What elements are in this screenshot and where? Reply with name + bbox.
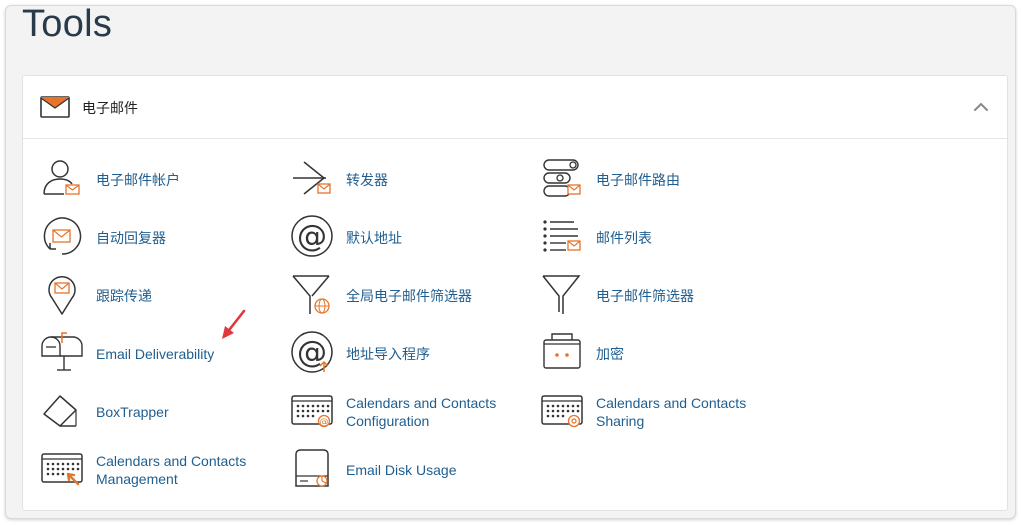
default-address-icon: @ [290, 214, 334, 258]
tool-email-filters[interactable]: 电子邮件筛选器 [540, 272, 780, 320]
svg-text:@: @ [297, 335, 327, 370]
encryption-icon [540, 330, 584, 374]
tool-email-routing[interactable]: 电子邮件路由 [540, 156, 780, 204]
tool-label: 电子邮件路由 [596, 172, 680, 188]
tool-label: 地址导入程序 [346, 346, 430, 362]
tool-calendars-contacts-sharing[interactable]: Calendars and Contacts Sharing [540, 388, 780, 436]
tool-autoresponders[interactable]: 自动回复器 [40, 214, 280, 262]
tool-label: BoxTrapper [96, 404, 169, 420]
email-filters-icon [540, 272, 584, 316]
tool-email-disk-usage[interactable]: Email Disk Usage [290, 446, 530, 494]
tool-label: Calendars and Contacts Sharing [596, 395, 747, 429]
svg-text:@: @ [320, 418, 329, 428]
tool-default-address[interactable]: @ 默认地址 [290, 214, 530, 262]
tool-boxtrapper[interactable]: BoxTrapper [40, 388, 280, 436]
tool-label: Calendars and Contacts Configuration [346, 395, 497, 429]
tool-label: 加密 [596, 346, 624, 362]
tool-label: 电子邮件帐户 [96, 172, 180, 188]
address-importer-icon: @ [290, 330, 334, 374]
email-section-header[interactable]: 电子邮件 [23, 76, 1007, 139]
chevron-up-icon[interactable] [972, 100, 990, 114]
email-routing-icon [540, 156, 584, 200]
forwarders-icon [290, 156, 334, 200]
envelope-icon [40, 96, 70, 123]
email-disk-usage-icon [290, 446, 334, 490]
tool-label: 跟踪传递 [96, 288, 152, 304]
calendars-contacts-management-icon [40, 446, 84, 490]
page-title: Tools [22, 3, 113, 45]
track-delivery-icon [40, 272, 84, 316]
tool-label: 默认地址 [346, 230, 402, 246]
autoresponders-icon [40, 214, 84, 258]
tool-calendars-contacts-management[interactable]: Calendars and Contacts Management [40, 446, 280, 494]
tool-mailing-lists[interactable]: 邮件列表 [540, 214, 780, 262]
tool-label: 自动回复器 [96, 230, 166, 246]
tool-label: 邮件列表 [596, 230, 652, 246]
tool-label: Email Disk Usage [346, 462, 457, 478]
calendars-contacts-sharing-icon [540, 388, 584, 432]
tool-label: 全局电子邮件筛选器 [346, 288, 472, 304]
tool-forwarders[interactable]: 转发器 [290, 156, 530, 204]
tool-label: 电子邮件筛选器 [596, 288, 694, 304]
tool-calendars-contacts-configuration[interactable]: @ Calendars and Contacts Configuration [290, 388, 530, 436]
red-arrow-icon [218, 308, 248, 347]
tool-email-accounts[interactable]: 电子邮件帐户 [40, 156, 280, 204]
mailing-lists-icon [540, 214, 584, 258]
tool-label: Email Deliverability [96, 346, 215, 362]
svg-text:@: @ [297, 219, 327, 254]
boxtrapper-icon [40, 388, 84, 432]
tool-address-importer[interactable]: @ 地址导入程序 [290, 330, 530, 378]
email-deliverability-icon [40, 330, 84, 374]
email-accounts-icon [40, 156, 84, 200]
tool-label: 转发器 [346, 172, 388, 188]
tool-encryption[interactable]: 加密 [540, 330, 780, 378]
tool-global-email-filters[interactable]: 全局电子邮件筛选器 [290, 272, 530, 320]
global-email-filters-icon [290, 272, 334, 316]
calendars-contacts-configuration-icon: @ [290, 388, 334, 432]
tool-label: Calendars and Contacts Management [96, 453, 247, 487]
section-title: 电子邮件 [82, 100, 138, 116]
